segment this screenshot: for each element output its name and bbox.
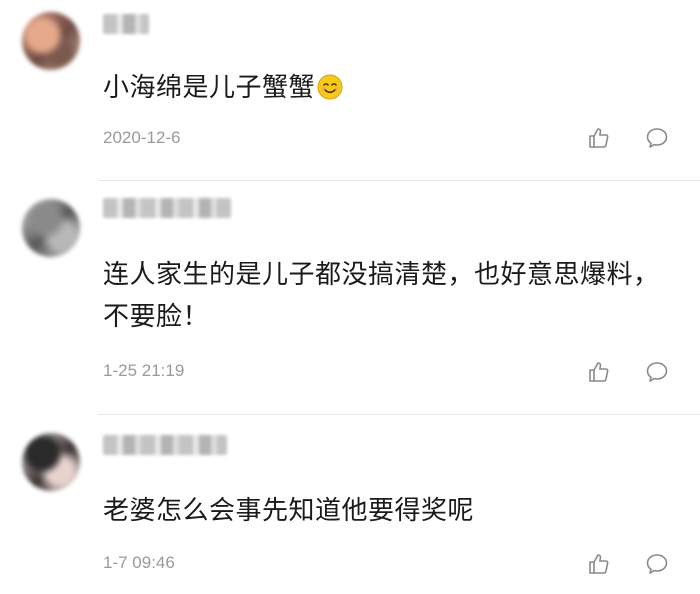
avatar[interactable] [22, 199, 80, 257]
avatar[interactable] [22, 12, 80, 70]
comment-date: 2020-12-6 [103, 128, 181, 147]
avatar[interactable] [22, 433, 80, 491]
comment-item: 老婆怎么会事先知道他要得奖呢 1-7 09:46 [0, 415, 700, 594]
comment-text: 小海绵是儿子蟹蟹 [103, 67, 670, 109]
comment-text-content: 小海绵是儿子蟹蟹 [103, 73, 316, 103]
comment-date: 1-7 09:46 [103, 553, 175, 572]
username-blurred[interactable] [103, 14, 149, 34]
reply-icon[interactable] [645, 552, 669, 576]
comment-item: 连人家生的是儿子都没搞清楚，也好意思爆料，不要脸！ 1-25 21:19 [0, 181, 700, 415]
comment-item: 小海绵是儿子蟹蟹 2020-12-6 [0, 0, 700, 181]
like-icon[interactable] [587, 126, 611, 150]
like-icon[interactable] [587, 552, 611, 576]
username-blurred[interactable] [103, 198, 231, 218]
reply-icon[interactable] [645, 360, 669, 384]
smiling-face-icon [317, 74, 343, 100]
comment-text: 老婆怎么会事先知道他要得奖呢 [103, 496, 475, 526]
comment-text: 连人家生的是儿子都没搞清楚，也好意思爆料，不要脸！ [103, 260, 660, 332]
comment-date: 1-25 21:19 [103, 361, 185, 380]
like-icon[interactable] [587, 360, 611, 384]
reply-icon[interactable] [645, 126, 669, 150]
username-blurred[interactable] [103, 435, 227, 455]
